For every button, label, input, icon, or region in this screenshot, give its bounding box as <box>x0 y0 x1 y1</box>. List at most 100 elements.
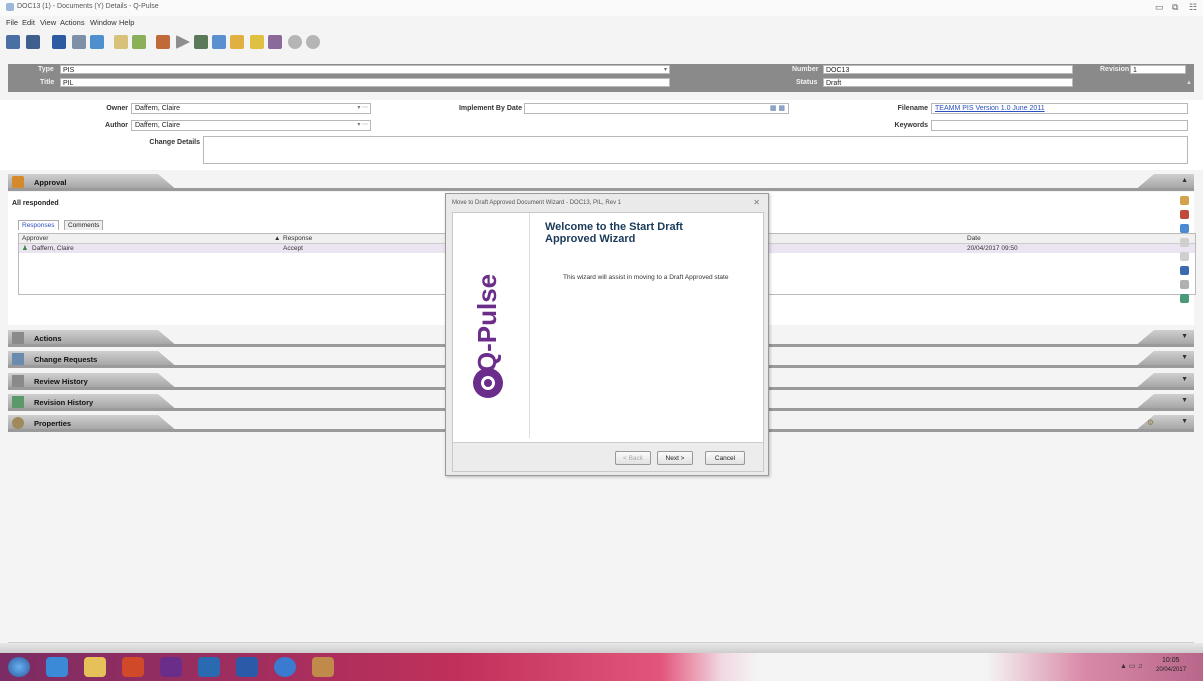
tab-comments[interactable]: Comments <box>64 220 104 230</box>
save-icon[interactable] <box>52 35 66 49</box>
row-approver: Daffern, Claire <box>32 245 74 252</box>
play-icon[interactable] <box>176 35 190 49</box>
close-window-icon[interactable]: ☷ <box>1189 2 1197 13</box>
status-field: Draft <box>823 78 1073 87</box>
word-icon[interactable] <box>236 657 258 677</box>
type-value: PIS <box>63 67 75 74</box>
back-button[interactable]: < Back <box>615 451 651 465</box>
q-pulse-taskbar-icon[interactable] <box>160 657 182 677</box>
internet-explorer-icon[interactable] <box>46 657 68 677</box>
expand-icon[interactable]: ▼ <box>1181 376 1188 383</box>
filename-link[interactable]: TEAMM PIS Version 1.0 June 2011 <box>931 103 1188 114</box>
change-requests-icon <box>12 353 24 365</box>
add-approver-icon[interactable] <box>1180 196 1189 205</box>
change-details-field[interactable] <box>203 136 1188 164</box>
status-label: Status <box>796 79 818 86</box>
expand-icon[interactable]: ▼ <box>1181 333 1188 340</box>
note-icon[interactable] <box>250 35 264 49</box>
export-icon[interactable] <box>1180 294 1189 303</box>
forward-nav-icon[interactable] <box>306 35 320 49</box>
paint-icon[interactable] <box>312 657 334 677</box>
menu-bar: File Edit View Actions Window Help <box>0 16 1203 30</box>
wizard-sidebar: Q-Pulse <box>453 213 530 438</box>
number-field[interactable]: DOC13 <box>823 65 1073 74</box>
author-dropdown-icon[interactable]: ▾ ⋯ <box>357 121 368 130</box>
outlook-icon[interactable] <box>198 657 220 677</box>
tag-icon[interactable] <box>268 35 282 49</box>
tray-icons[interactable]: ▲ ▭ ♫ <box>1120 662 1143 670</box>
keywords-field[interactable] <box>931 120 1188 131</box>
wrench-icon[interactable]: ⚙ <box>1147 418 1154 427</box>
column-approver[interactable]: Approver <box>22 235 48 242</box>
implement-by-date-label: Implement By Date <box>458 105 522 112</box>
copy-icon[interactable] <box>114 35 128 49</box>
user-icon[interactable] <box>156 35 170 49</box>
column-date[interactable]: Date <box>967 235 981 242</box>
number-label: Number <box>792 66 819 73</box>
review-history-icon <box>12 375 24 387</box>
next-button[interactable]: Next > <box>657 451 693 465</box>
implement-by-date-field[interactable]: ▦ ▦ <box>524 103 789 114</box>
chevron-down-icon[interactable]: ▾ <box>664 66 667 75</box>
author-value: Daffern, Claire <box>135 122 181 129</box>
grid-view-icon[interactable] <box>26 35 40 49</box>
close-icon[interactable]: ✕ <box>753 198 760 207</box>
cancel-button[interactable]: Cancel <box>705 451 745 465</box>
file-explorer-icon[interactable] <box>84 657 106 677</box>
wizard-description: This wizard will assist in moving to a D… <box>563 274 729 281</box>
owner-dropdown-icon[interactable]: ▾ ⋯ <box>357 104 368 113</box>
restore-icon[interactable]: ⧉ <box>1172 2 1178 13</box>
details-form: Owner Daffern, Claire ▾ ⋯ Author Daffern,… <box>0 100 1203 170</box>
person-icon[interactable] <box>194 35 208 49</box>
revision-field[interactable]: 1 <box>1130 65 1186 74</box>
expand-icon[interactable]: ▼ <box>1181 354 1188 361</box>
row-date: 20/04/2017 09:50 <box>967 245 1018 252</box>
user-icon[interactable] <box>1180 266 1189 275</box>
approval-section-header[interactable]: Approval ▲ <box>8 174 1194 191</box>
change-details-label: Change Details <box>149 139 200 146</box>
expand-icon[interactable]: ▼ <box>1181 397 1188 404</box>
wizard-footer: < Back Next > Cancel <box>453 442 763 471</box>
menu-view[interactable]: View <box>40 18 56 27</box>
section-title: Properties <box>34 419 72 428</box>
window-titlebar: DOC13 (1) - Documents (Y) Details - Q-Pu… <box>0 0 1203 16</box>
back-nav-icon[interactable] <box>288 35 302 49</box>
media-player-icon[interactable] <box>122 657 144 677</box>
menu-edit[interactable]: Edit <box>22 18 35 27</box>
menu-file[interactable]: File <box>6 18 18 27</box>
play-icon[interactable] <box>1180 238 1189 247</box>
column-response[interactable]: Response <box>283 235 312 242</box>
title-label: Title <box>40 79 55 86</box>
document-icon[interactable] <box>1180 252 1189 261</box>
collapse-icon[interactable]: ▲ <box>1181 177 1188 184</box>
author-field[interactable]: Daffern, Claire ▾ ⋯ <box>131 120 371 131</box>
approval-icon <box>12 176 24 188</box>
refresh-icon[interactable] <box>1180 224 1189 233</box>
preview-icon[interactable] <box>90 35 104 49</box>
new-document-icon[interactable] <box>6 35 20 49</box>
title-field[interactable]: PIL <box>60 78 670 87</box>
paste-icon[interactable] <box>132 35 146 49</box>
menu-actions[interactable]: Actions <box>60 18 85 27</box>
clock-date[interactable]: 20/04/2017 <box>1156 667 1186 673</box>
note-icon[interactable] <box>1180 280 1189 289</box>
author-label: Author <box>105 122 128 129</box>
list-icon[interactable] <box>212 35 226 49</box>
dialog-title: Move to Draft Approved Document Wizard -… <box>452 200 622 206</box>
calendar-icon[interactable]: ▦ ▦ <box>770 104 785 113</box>
collapse-header-icon[interactable]: ▲ <box>1186 80 1192 86</box>
tab-responses[interactable]: Responses <box>18 220 59 230</box>
remove-approver-icon[interactable] <box>1180 210 1189 219</box>
print-icon[interactable] <box>72 35 86 49</box>
folder-icon[interactable] <box>230 35 244 49</box>
start-button[interactable] <box>8 657 30 677</box>
expand-icon[interactable]: ▼ <box>1181 418 1188 425</box>
menu-help[interactable]: Help <box>119 18 134 27</box>
menu-window[interactable]: Window <box>90 18 117 27</box>
type-field[interactable]: PIS ▾ <box>60 65 670 74</box>
owner-field[interactable]: Daffern, Claire ▾ ⋯ <box>131 103 371 114</box>
q-pulse-logo-text: Q-Pulse <box>472 273 502 373</box>
minimize-icon[interactable]: ▭ <box>1155 2 1164 13</box>
clock-time[interactable]: 10:05 <box>1162 657 1180 664</box>
help-icon[interactable] <box>274 657 296 677</box>
